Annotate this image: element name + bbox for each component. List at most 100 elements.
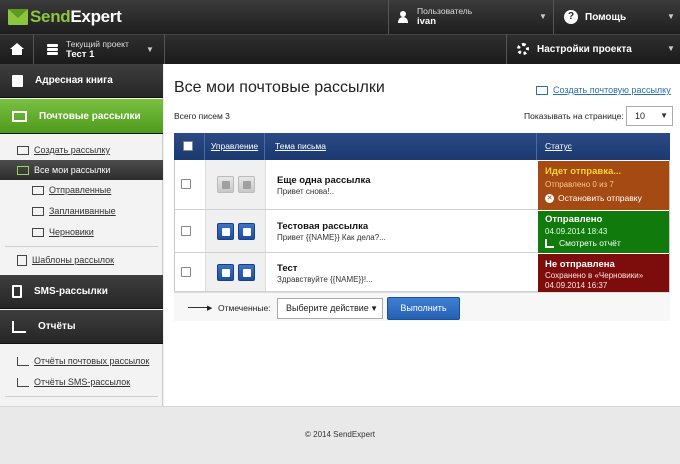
divider — [5, 396, 158, 397]
sidebar-item-reports[interactable]: Отчёты — [0, 310, 163, 344]
mailing-preview: Привет снова!.. — [277, 187, 335, 196]
project-label: Текущий проект — [66, 38, 129, 49]
sidebar-item-label: Запланиванные — [49, 206, 116, 216]
header-status[interactable]: Статус — [537, 133, 670, 160]
mailing-title[interactable]: Тестовая рассылка — [277, 221, 368, 232]
delete-icon — [243, 228, 251, 236]
sidebar-item-templates[interactable]: Шаблоны рассылок — [0, 250, 163, 270]
stop-icon: ✕ — [545, 193, 554, 203]
help-icon: ? — [564, 10, 578, 24]
mailing-title[interactable]: Тест — [277, 263, 297, 274]
gear-icon — [517, 43, 529, 55]
sidebar-item-create-mailing[interactable]: Создать рассылку — [0, 140, 163, 160]
home-icon — [9, 43, 24, 55]
sidebar-item-mailings[interactable]: Почтовые рассылки — [0, 99, 163, 134]
user-name: ivan — [417, 16, 437, 27]
sidebar-item-drafts[interactable]: Черновики — [0, 222, 163, 242]
per-page-value: 10 — [635, 111, 646, 121]
envelope-icon — [12, 110, 27, 122]
select-all-checkbox[interactable] — [183, 141, 193, 151]
help-menu[interactable]: ? Помощь ▼ — [553, 0, 680, 34]
sidebar: Адресная книга Почтовые рассылки Создать… — [0, 64, 163, 406]
sidebar-item-label: Черновики — [49, 227, 94, 237]
status-detail: Отправлено 0 из 7 — [545, 180, 614, 189]
chevron-down-icon: ▼ — [539, 12, 547, 21]
sidebar-item-label: Отчёты — [38, 321, 76, 332]
sidebar-item-label: SMS-рассылки — [34, 286, 108, 297]
bulk-action-select[interactable]: Выберите действие ▼ — [277, 298, 383, 319]
envelope-sent-icon — [32, 185, 44, 195]
logo[interactable]: Send Expert — [8, 6, 122, 28]
mailing-title[interactable]: Еще одна рассылка — [277, 175, 370, 186]
sidebar-item-address-book[interactable]: Адресная книга — [0, 64, 163, 98]
create-mailing-link-label: Создать почтовую рассылку — [553, 85, 671, 95]
user-label: Пользователь — [417, 6, 473, 16]
envelope-plus-icon — [17, 145, 29, 155]
sidebar-item-label: Отправленные — [49, 185, 112, 195]
sidebar-item-label: Отчёты SMS-рассылок — [34, 377, 131, 387]
logo-text-expert: Expert — [70, 7, 122, 26]
envelopes-icon — [17, 165, 29, 175]
page-title: Все мои почтовые рассылки — [174, 79, 385, 96]
templates-icon — [17, 254, 27, 266]
address-book-icon — [12, 74, 23, 87]
user-menu[interactable]: Пользователь ivan ▼ — [388, 0, 553, 34]
edit-icon — [222, 269, 230, 277]
chevron-down-icon: ▼ — [370, 304, 378, 313]
delete-icon — [243, 269, 251, 277]
header-control[interactable]: Управление — [205, 133, 265, 160]
user-icon — [397, 11, 409, 23]
view-report-link[interactable]: Смотреть отчёт — [545, 238, 621, 248]
delete-button[interactable] — [238, 223, 255, 240]
sidebar-item-label: Все мои рассылки — [34, 165, 111, 175]
status-cell: Не отправлена Сохранено в «Черновики» 04… — [538, 254, 669, 292]
bar-chart-icon — [17, 377, 29, 387]
status-text: Не отправлена — [545, 259, 615, 270]
sidebar-item-sms-reports[interactable]: Отчёты SMS-рассылок — [0, 372, 163, 392]
copy-button[interactable] — [217, 223, 234, 240]
sidebar-item-scheduled[interactable]: Запланиванные — [0, 201, 163, 221]
status-detail: 04.09.2014 18:43 — [545, 227, 608, 236]
sidebar-item-label: Почтовые рассылки — [39, 110, 141, 122]
header-subject[interactable]: Тема письма — [265, 133, 537, 160]
stop-sending-label: Остановить отправку — [558, 193, 642, 203]
control-cell — [206, 210, 265, 252]
run-button[interactable]: Выполнить — [387, 297, 460, 320]
total-count: Всего писем 3 — [174, 111, 230, 121]
row-checkbox[interactable] — [181, 267, 191, 277]
status-cell: Идет отправка... Отправлено 0 из 7 ✕ Ост… — [538, 161, 669, 210]
arrow-head-icon: ▶ — [207, 305, 213, 312]
project-settings-menu[interactable]: Настройки проекта ▼ — [506, 34, 680, 64]
per-page-select[interactable]: 10 ▼ — [626, 106, 673, 126]
status-cell: Отправлено 04.09.2014 18:43 Смотреть отч… — [538, 211, 669, 253]
delete-button — [238, 176, 255, 193]
status-date: 04.09.2014 16:37 — [545, 281, 608, 290]
copy-icon — [222, 228, 230, 236]
edit-button — [217, 176, 234, 193]
envelope-clock-icon — [32, 206, 44, 216]
row-checkbox[interactable] — [181, 226, 191, 236]
table-header: Управление Тема письма Статус — [174, 133, 670, 160]
edit-icon — [222, 181, 230, 189]
row-checkbox[interactable] — [181, 179, 191, 189]
status-text: Отправлено — [545, 214, 603, 225]
delete-button[interactable] — [238, 264, 255, 281]
sidebar-item-all-mailings[interactable]: Все мои рассылки — [0, 160, 163, 180]
control-cell — [206, 160, 265, 209]
edit-button[interactable] — [217, 264, 234, 281]
marked-label: Отмеченные: — [218, 303, 271, 313]
stop-sending-link[interactable]: ✕ Остановить отправку — [545, 193, 642, 203]
envelope-plus-icon — [536, 85, 548, 95]
phone-icon — [12, 285, 22, 298]
status-text: Идет отправка... — [545, 166, 622, 177]
create-mailing-link[interactable]: Создать почтовую рассылку — [536, 85, 671, 95]
divider — [5, 246, 158, 247]
project-selector[interactable]: Текущий проект Тест 1 ▼ — [35, 34, 165, 64]
sidebar-item-sms[interactable]: SMS-рассылки — [0, 275, 163, 309]
home-button[interactable] — [0, 34, 34, 64]
envelope-open-icon — [32, 227, 44, 237]
bar-chart-icon — [17, 356, 29, 366]
sidebar-item-mail-reports[interactable]: Отчёты почтовых рассылок — [0, 351, 163, 371]
bar-chart-icon — [545, 238, 554, 248]
sidebar-item-sent[interactable]: Отправленные — [0, 180, 163, 200]
